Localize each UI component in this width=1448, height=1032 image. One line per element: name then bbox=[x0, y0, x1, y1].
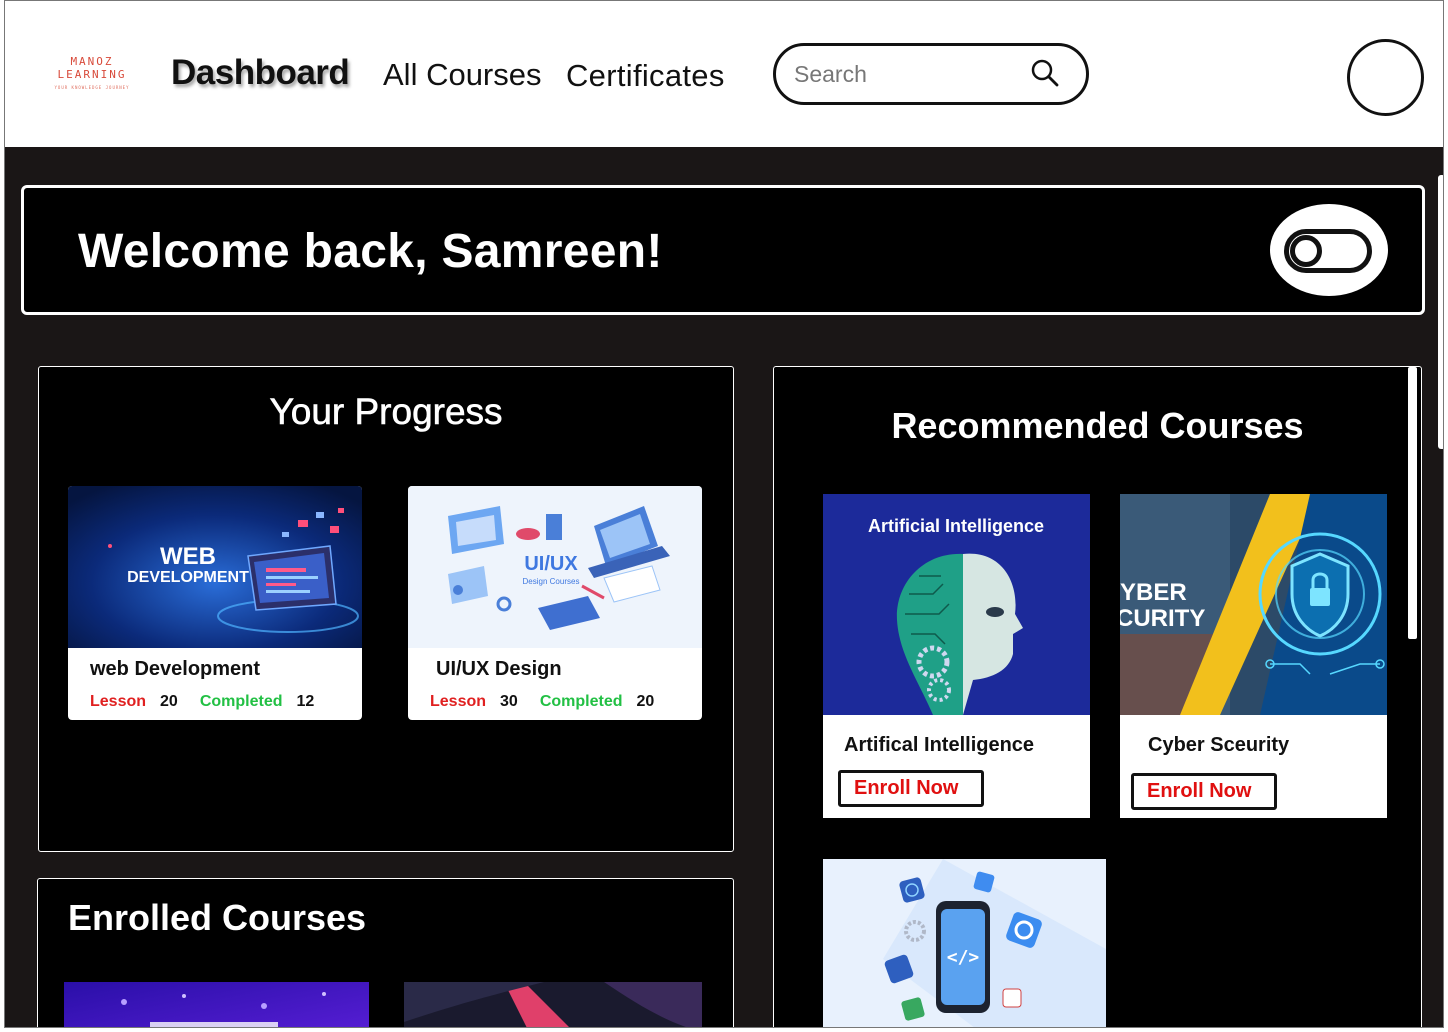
completed-count: 12 bbox=[296, 693, 315, 710]
progress-card-uiux-design[interactable]: UI/UX Design Courses UI/UX Design Lesson… bbox=[408, 486, 702, 720]
cyber-thumb-line1: YBER bbox=[1120, 579, 1187, 606]
course-name: Cyber Sceurity bbox=[1148, 734, 1290, 756]
nav-dashboard[interactable]: Dashboard bbox=[171, 53, 350, 93]
lesson-label: Lesson bbox=[430, 693, 487, 710]
completed-count: 20 bbox=[636, 693, 655, 710]
uiux-thumb-title: UI/UX bbox=[524, 553, 578, 575]
enrolled-title: Enrolled Courses bbox=[68, 897, 367, 938]
logo-tagline: YOUR KNOWLEDGE JOURNEY bbox=[54, 85, 130, 90]
recommended-panel: Recommended Courses Artificial Intellige… bbox=[773, 366, 1422, 1027]
logo-line1: MANOZ bbox=[70, 55, 114, 68]
lesson-count: 30 bbox=[500, 693, 518, 710]
enroll-now-button[interactable]: Enroll Now bbox=[838, 770, 984, 807]
page-scrollbar[interactable] bbox=[1438, 175, 1443, 449]
web-thumb-subtitle: DEVELOPMENT bbox=[127, 569, 249, 586]
theme-toggle[interactable] bbox=[1270, 204, 1388, 296]
completed-label: Completed bbox=[199, 693, 283, 710]
cyber-security-thumbnail: YBER CURITY bbox=[1120, 494, 1387, 715]
search-box bbox=[773, 43, 1089, 105]
enrolled-panel: Enrolled Courses bbox=[37, 878, 734, 1027]
course-name: web Development bbox=[90, 658, 261, 680]
recommended-scrollbar[interactable] bbox=[1408, 367, 1417, 639]
lesson-label: Lesson bbox=[90, 693, 147, 710]
user-avatar[interactable] bbox=[1347, 39, 1424, 116]
brand-logo[interactable]: MANOZ LEARNING YOUR KNOWLEDGE JOURNEY bbox=[51, 55, 133, 91]
recommended-card-cyber-security[interactable]: YBER CURITY Cyber Sceurity Enroll Now bbox=[1120, 494, 1387, 818]
completed-label: Completed bbox=[539, 693, 623, 710]
nav-all-courses[interactable]: All Courses bbox=[383, 57, 542, 93]
recommended-card-ai[interactable]: Artificial Intelligence Artifical Intell… bbox=[823, 494, 1090, 818]
progress-panel: Your Progress WEB DEVELOPMENT web Develo… bbox=[38, 366, 734, 852]
lesson-count: 20 bbox=[160, 693, 178, 710]
course-name: Artifical Intelligence bbox=[844, 734, 1035, 756]
uiux-thumb-subtitle: Design Courses bbox=[523, 577, 580, 586]
svg-text:</>: </> bbox=[947, 947, 980, 968]
enroll-now-button[interactable]: Enroll Now bbox=[1131, 773, 1277, 810]
progress-title: Your Progress bbox=[269, 391, 503, 433]
course-stats: Lesson 30 Completed 20 bbox=[430, 693, 668, 711]
logo-line2: LEARNING bbox=[57, 68, 127, 81]
enrolled-card-1-thumbnail[interactable] bbox=[64, 982, 369, 1027]
app-development-thumbnail: </> bbox=[823, 859, 1106, 1027]
course-name: UI/UX Design bbox=[436, 658, 562, 680]
enrolled-card-2-thumbnail[interactable] bbox=[404, 982, 702, 1027]
uiux-thumbnail: UI/UX Design Courses bbox=[408, 486, 702, 648]
theme-toggle-icon bbox=[1284, 229, 1372, 273]
ai-thumbnail: Artificial Intelligence bbox=[823, 494, 1090, 715]
recommended-title: Recommended Courses bbox=[891, 405, 1304, 446]
ai-thumb-title: Artificial Intelligence bbox=[868, 516, 1044, 536]
search-icon[interactable] bbox=[1030, 58, 1060, 88]
app-window: MANOZ LEARNING YOUR KNOWLEDGE JOURNEY Da… bbox=[4, 0, 1444, 1028]
course-stats: Lesson 20 Completed 12 bbox=[90, 693, 328, 711]
progress-card-web-development[interactable]: WEB DEVELOPMENT web Development Lesson 20… bbox=[68, 486, 362, 720]
recommended-card-app-development[interactable]: </> bbox=[823, 859, 1106, 1027]
welcome-banner: Welcome back, Samreen! bbox=[21, 185, 1425, 315]
web-development-thumbnail: WEB DEVELOPMENT bbox=[68, 486, 362, 648]
nav-certificates[interactable]: Certificates bbox=[566, 58, 725, 94]
cyber-thumb-line2: CURITY bbox=[1120, 605, 1205, 632]
search-input[interactable] bbox=[794, 60, 1014, 88]
web-thumb-title: WEB bbox=[160, 543, 216, 570]
top-navbar: MANOZ LEARNING YOUR KNOWLEDGE JOURNEY Da… bbox=[5, 1, 1443, 147]
welcome-heading: Welcome back, Samreen! bbox=[78, 225, 663, 278]
